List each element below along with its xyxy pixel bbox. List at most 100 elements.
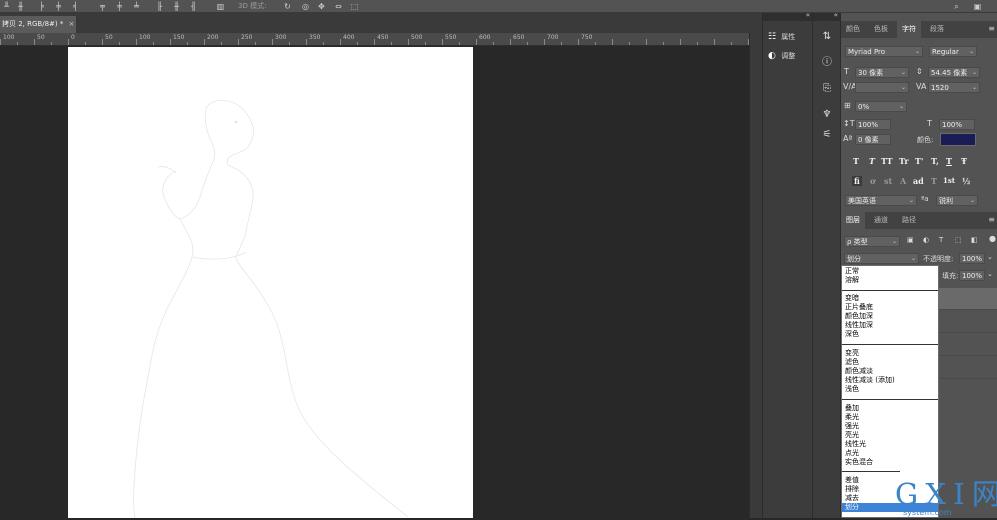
old-style-button[interactable]: ơ xyxy=(870,176,875,186)
auto-align-icon[interactable]: ▥ xyxy=(216,2,225,11)
distribute-hcenter-icon[interactable]: ╫ xyxy=(172,2,181,11)
tab-color[interactable]: 颜色 xyxy=(841,21,865,38)
blend-option[interactable]: 实色混合 xyxy=(845,458,873,467)
align-vcenter-icon[interactable]: ╫ xyxy=(16,2,25,11)
blend-option[interactable]: 线性减淡 (添加) xyxy=(845,376,895,385)
filter-shape-icon[interactable]: ⬚ xyxy=(955,236,962,244)
tool-preset-icon[interactable]: ⚟ xyxy=(819,127,835,143)
filter-type-icon[interactable]: T xyxy=(939,236,943,244)
3d-slide-icon[interactable]: ⇔ xyxy=(334,2,343,11)
blend-option[interactable]: 线性光 xyxy=(845,440,866,449)
adjustments-panel-button[interactable]: ◐ 调整 xyxy=(768,49,795,63)
3d-drag-icon[interactable]: ✥ xyxy=(317,2,326,11)
opacity-field[interactable]: 100% xyxy=(959,253,985,264)
blend-option-selected[interactable]: 划分 xyxy=(845,503,859,512)
workspace-icon[interactable]: ▣ xyxy=(973,2,982,11)
font-size-field[interactable]: 30 像素 ⌄ xyxy=(855,67,909,78)
distribute-vcenter-icon[interactable]: ╪ xyxy=(115,2,124,11)
distribute-right-icon[interactable]: ╢ xyxy=(189,2,198,11)
blend-option[interactable]: 变暗 xyxy=(845,294,859,303)
document-tab[interactable]: 拷贝 2, RGB/8#) * × xyxy=(0,16,76,33)
tracking-field[interactable]: 1520 ⌄ xyxy=(928,82,980,93)
blend-option[interactable]: 正片叠底 xyxy=(845,303,873,312)
vertical-scrollbar[interactable] xyxy=(749,33,762,518)
distribute-left-icon[interactable]: ╟ xyxy=(155,2,164,11)
blend-option[interactable]: 强光 xyxy=(845,422,859,431)
align-left-icon[interactable]: ╞ xyxy=(37,2,46,11)
ordinals-button[interactable]: T xyxy=(931,176,937,186)
antialias-select[interactable]: 锐利 ⌄ xyxy=(936,195,978,206)
tab-paths[interactable]: 路径 xyxy=(897,212,921,229)
filter-adjustment-icon[interactable]: ◐ xyxy=(923,236,929,244)
distribute-top-icon[interactable]: ╤ xyxy=(98,2,107,11)
char-scale-field[interactable]: 0% ⌄ xyxy=(855,101,907,112)
titling-button[interactable]: ad xyxy=(913,176,924,186)
tab-layers[interactable]: 图层 xyxy=(841,212,865,229)
distribute-bottom-icon[interactable]: ╧ xyxy=(132,2,141,11)
3d-roll-icon[interactable]: ◎ xyxy=(301,2,310,11)
subscript-button[interactable]: T, xyxy=(931,156,939,166)
layer-row[interactable] xyxy=(939,311,997,333)
fill-field[interactable]: 100% xyxy=(959,270,985,281)
search-icon[interactable]: ⌕ xyxy=(952,2,961,11)
blend-option[interactable]: 排除 xyxy=(845,485,859,494)
layer-row[interactable] xyxy=(939,357,997,379)
tab-channels[interactable]: 通道 xyxy=(869,212,893,229)
filter-smart-object-icon[interactable]: ◧ xyxy=(971,236,978,244)
kerning-field[interactable]: ⌄ xyxy=(855,82,909,93)
blend-option[interactable]: 深色 xyxy=(845,330,859,339)
faux-italic-button[interactable]: T xyxy=(869,156,875,166)
align-right-icon[interactable]: ╡ xyxy=(71,2,80,11)
blend-option[interactable]: 点光 xyxy=(845,449,859,458)
strikethrough-button[interactable]: Ŧ xyxy=(961,156,967,166)
small-caps-button[interactable]: Tr xyxy=(899,156,909,166)
history-icon[interactable]: ⇅ xyxy=(819,29,835,45)
fractions-button[interactable]: ½ xyxy=(962,176,970,186)
swash-button[interactable]: st xyxy=(884,176,892,186)
collapse-icon[interactable]: « xyxy=(806,11,810,19)
align-hcenter-icon[interactable]: ╪ xyxy=(54,2,63,11)
layer-row[interactable] xyxy=(939,288,997,310)
leading-field[interactable]: 54.45 像素 ⌄ xyxy=(928,67,980,78)
layer-row[interactable] xyxy=(939,334,997,356)
filter-pixel-icon[interactable]: ▣ xyxy=(907,236,914,244)
document-canvas[interactable] xyxy=(68,47,473,519)
blend-option[interactable]: 亮光 xyxy=(845,431,859,440)
blend-option[interactable]: 柔光 xyxy=(845,413,859,422)
close-icon[interactable]: × xyxy=(69,20,75,28)
superscript-button[interactable]: T' xyxy=(915,156,923,166)
blend-option[interactable]: 颜色减淡 xyxy=(845,367,873,376)
ligatures-button[interactable]: fi xyxy=(852,176,862,186)
tab-paragraph[interactable]: 段落 xyxy=(925,21,949,38)
horizontal-scale-field[interactable]: 100% xyxy=(939,119,975,130)
brush-preset-icon[interactable]: ♆ xyxy=(819,107,835,123)
3d-scale-icon[interactable]: ⬚ xyxy=(350,2,359,11)
canvas-area[interactable] xyxy=(0,47,749,519)
blend-mode-select[interactable]: 划分 ⌄ xyxy=(844,253,919,264)
underline-button[interactable]: T xyxy=(946,156,952,166)
info-icon[interactable]: ⓘ xyxy=(819,55,835,71)
text-color-swatch[interactable] xyxy=(940,133,976,146)
superior-button[interactable]: 1st xyxy=(943,176,955,185)
all-caps-button[interactable]: TT xyxy=(881,156,893,166)
opacity-dropdown-icon[interactable]: ⌄ xyxy=(987,253,993,261)
tab-character[interactable]: 字符 xyxy=(897,21,921,38)
stylistic-button[interactable]: A xyxy=(900,176,906,186)
tab-swatches[interactable]: 色板 xyxy=(869,21,893,38)
blend-option[interactable]: 颜色加深 xyxy=(845,312,873,321)
blend-option[interactable]: 变亮 xyxy=(845,349,859,358)
blend-option[interactable]: 滤色 xyxy=(845,358,859,367)
faux-bold-button[interactable]: T xyxy=(853,156,859,166)
font-family-select[interactable]: Myriad Pro ⌄ xyxy=(845,46,923,57)
blend-option[interactable]: 差值 xyxy=(845,476,859,485)
language-select[interactable]: 美国英语 ⌄ xyxy=(845,195,917,206)
panel-menu-icon[interactable]: ≡ xyxy=(988,215,995,224)
blend-option[interactable]: 叠加 xyxy=(845,404,859,413)
vertical-scale-field[interactable]: 100% xyxy=(855,119,891,130)
fill-dropdown-icon[interactable]: ⌄ xyxy=(987,270,993,278)
clone-source-icon[interactable]: ⎘ xyxy=(819,81,835,97)
properties-panel-button[interactable]: ☷ 属性 xyxy=(768,30,795,44)
layer-filter-select[interactable]: ρ 类型 ⌄ xyxy=(844,236,900,247)
baseline-shift-field[interactable]: 0 像素 xyxy=(855,134,891,145)
filter-toggle-icon[interactable]: ● xyxy=(989,234,996,243)
